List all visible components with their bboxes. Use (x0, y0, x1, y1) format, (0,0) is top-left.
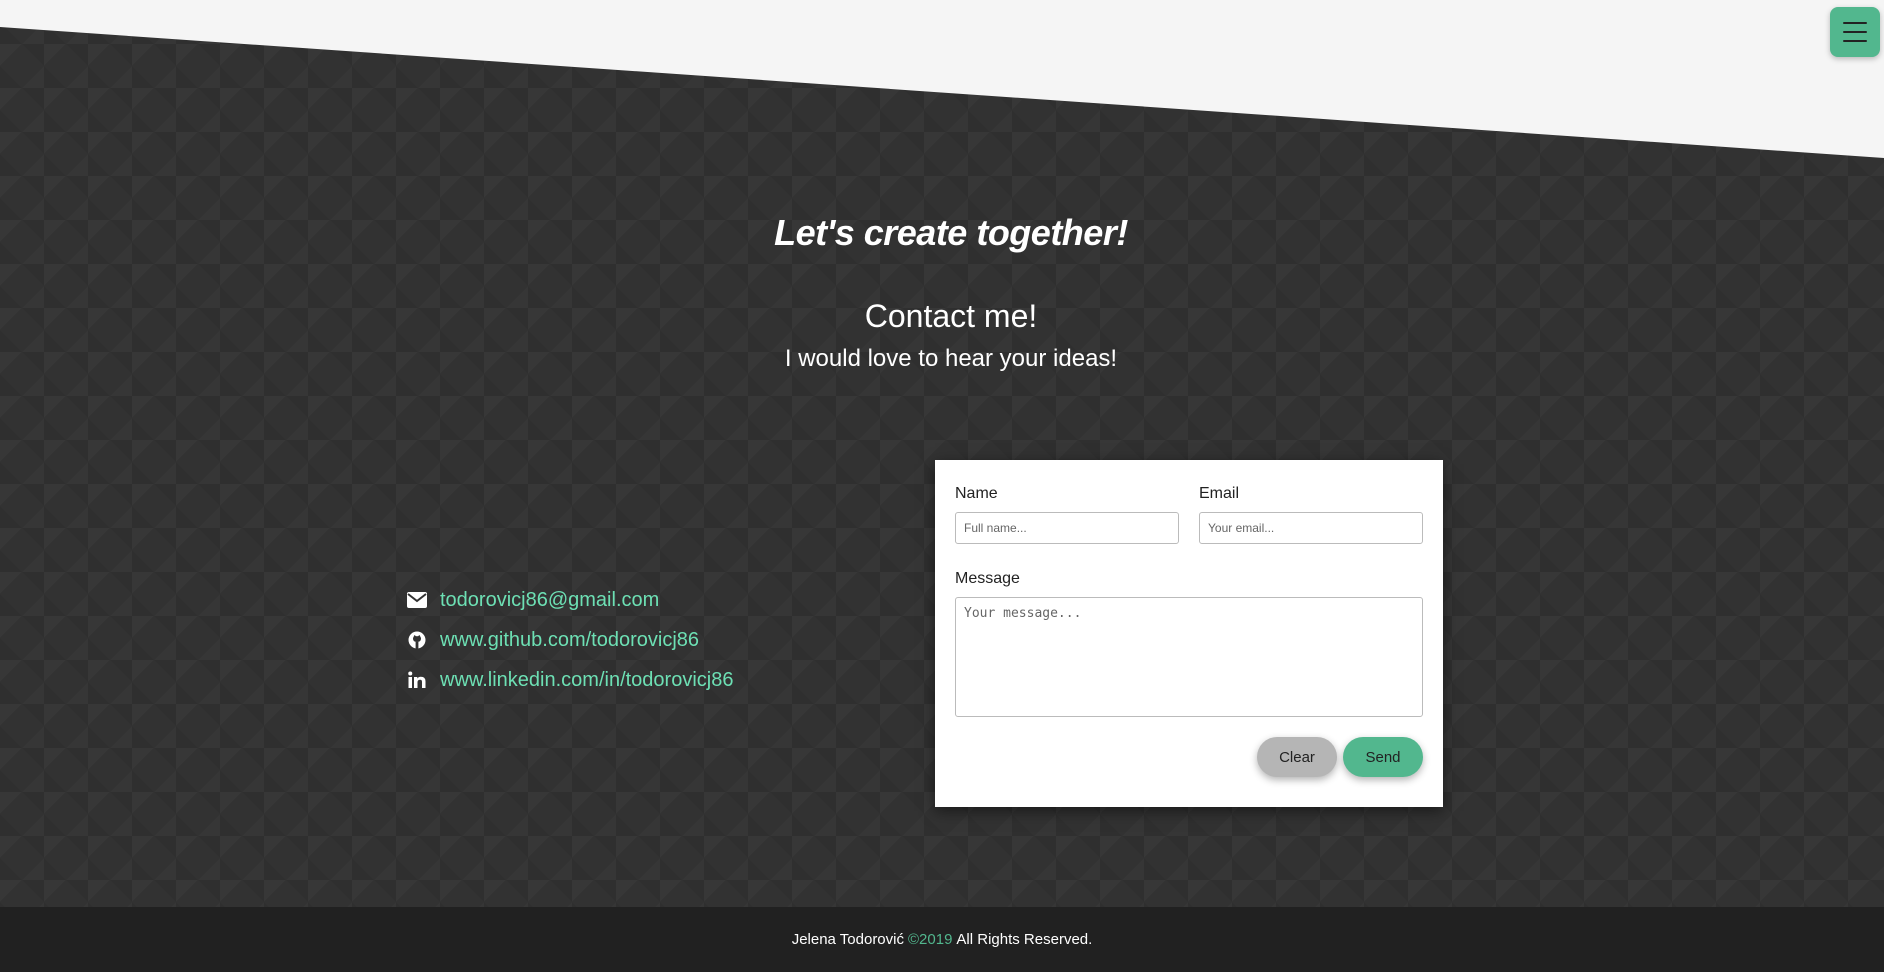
github-icon (406, 629, 428, 651)
tagline-heading: Let's create together! (774, 212, 1128, 253)
contact-page: Let's create together! Contact me! I wou… (0, 0, 1884, 972)
hamburger-menu-button[interactable] (1830, 7, 1880, 57)
top-slanted-section (0, 0, 1884, 158)
message-label: Message (955, 570, 1020, 587)
linkedin-link-row: www.linkedin.com/in/todorovicj86 (406, 660, 733, 700)
hamburger-bar (1843, 40, 1867, 42)
hamburger-menu-icon (1843, 22, 1867, 24)
email-input[interactable] (1199, 512, 1423, 544)
clear-button[interactable]: Clear (1257, 737, 1337, 777)
contact-links: todorovicj86@gmail.com www.github.com/to… (406, 580, 733, 700)
github-link-row: www.github.com/todorovicj86 (406, 620, 733, 660)
footer: Jelena Todorović ©2019 All Rights Reserv… (0, 907, 1884, 972)
hamburger-bar (1843, 31, 1867, 33)
footer-year: ©2019 (907, 931, 953, 948)
email-link[interactable]: todorovicj86@gmail.com (440, 589, 659, 612)
contact-form: Name Email Message Clear Send (935, 460, 1443, 807)
linkedin-link[interactable]: www.linkedin.com/in/todorovicj86 (440, 669, 733, 692)
contact-title: Contact me! (864, 298, 1038, 334)
footer-author: Jelena Todorović (791, 931, 904, 948)
name-label: Name (955, 485, 998, 502)
contact-subtitle: I would love to hear your ideas! (784, 345, 1118, 372)
send-button[interactable]: Send (1343, 737, 1423, 777)
email-link-row: todorovicj86@gmail.com (406, 580, 733, 620)
linkedin-icon (406, 669, 428, 691)
email-label: Email (1199, 485, 1240, 502)
footer-rights: All Rights Reserved. (956, 931, 1093, 948)
name-input[interactable] (955, 512, 1179, 544)
message-textarea[interactable] (955, 597, 1423, 717)
github-link[interactable]: www.github.com/todorovicj86 (440, 629, 699, 652)
envelope-icon (406, 589, 428, 611)
